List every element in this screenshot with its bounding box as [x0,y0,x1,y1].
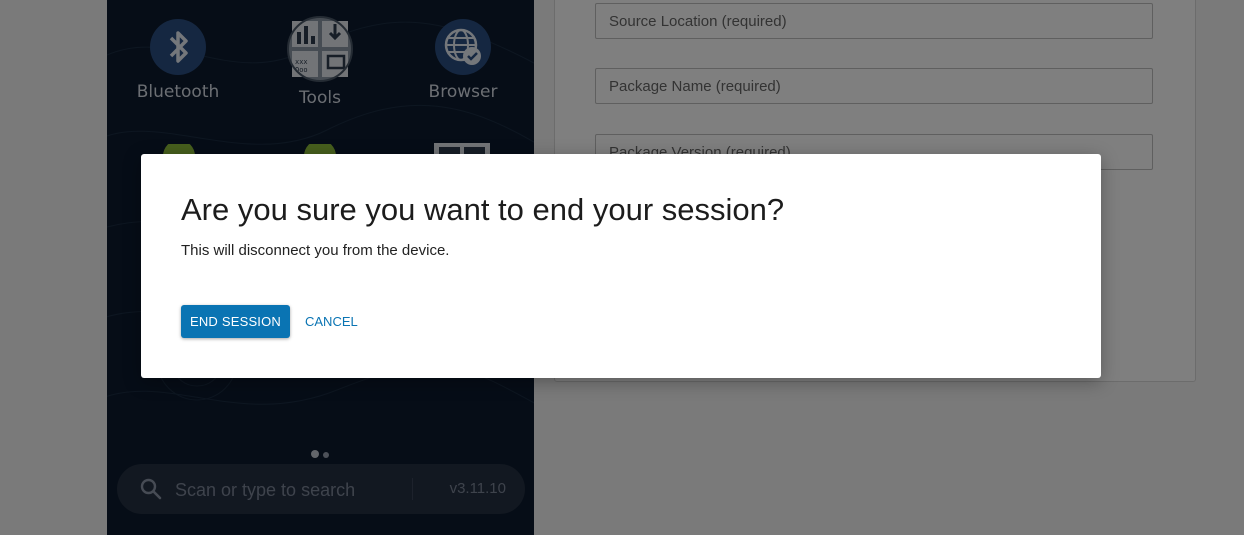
cancel-button[interactable]: CANCEL [299,305,361,338]
dialog-message: This will disconnect you from the device… [181,242,450,259]
dialog-title: Are you sure you want to end your sessio… [181,192,785,227]
end-session-button[interactable]: END SESSION [181,305,290,338]
end-session-dialog: Are you sure you want to end your sessio… [141,154,1101,378]
